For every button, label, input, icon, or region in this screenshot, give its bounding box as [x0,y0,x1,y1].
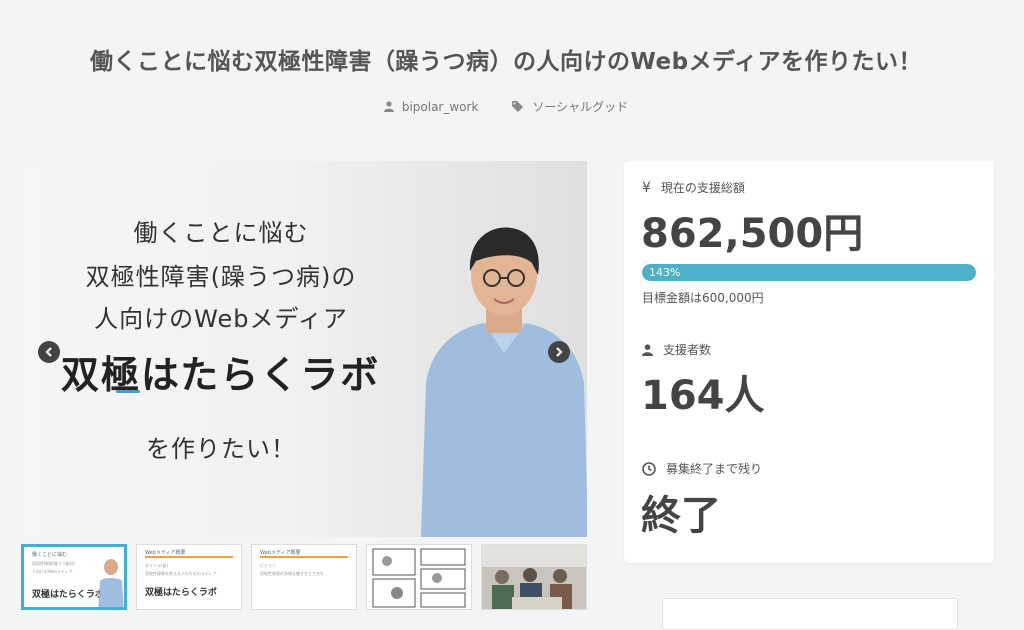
tag-icon [512,101,524,112]
thumbnail-divider [260,556,348,558]
thumbnail-logo: 双極はたらくラボ [145,588,217,598]
chevron-right-icon [556,347,563,357]
thumbnail-text: 双極性障害(躁うつ病)の [32,561,76,566]
hero-logo-text: 双極はたらくラボ [61,353,381,397]
author-link[interactable]: bipolar_work [383,98,479,115]
project-meta: bipolar_work ソーシャルグッド [0,98,1012,115]
thumbnail-title: 働くことに悩む [32,552,68,558]
progress-percent: 143% [649,266,681,279]
thumbnail-5[interactable] [481,544,587,610]
meeting-photo [482,545,586,609]
total-label-row: ¥ 現在の支援総額 [642,179,745,196]
thumbnail-title: Webメディア概要 [145,550,186,556]
logo-underline [116,390,140,393]
category-link[interactable]: ソーシャルグッド [512,98,628,115]
thumbnail-text: タイトル(仮) [145,563,169,568]
supporters-label: 支援者数 [663,343,712,357]
user-icon [383,101,394,112]
thumbnail-logo: 双極はたらくラボ [32,590,104,600]
hero-text-line4: を作りたい！ [146,435,296,463]
thumbnail-divider [145,556,233,558]
user-icon [642,343,653,356]
progress-bar: 143% [642,264,976,281]
chevron-left-icon [45,347,52,357]
page-title: 働くことに悩む双極性障害（躁うつ病）の人向けのWebメディアを作りたい！ [89,49,922,75]
main-image-slider[interactable]: 働くことに悩む 双極性障害(躁うつ病)の 人向けのWebメディア 双極はたらくラ… [21,161,587,537]
thumbnail-title: Webメディア概要 [260,550,301,556]
category-name: ソーシャルグッド [532,100,629,114]
total-amount: 862,500円 [641,211,864,257]
thumbnail-text: 人向けのWebメディア [32,569,73,574]
thumbnail-text: 双極性障害の多様な働き方と工夫を [260,571,324,576]
clock-icon [642,461,656,476]
total-label: 現在の支援総額 [660,181,745,195]
slider-prev-button[interactable] [38,341,60,363]
thumbnail-1[interactable]: 働くことに悩む 双極性障害(躁うつ病)の 人向けのWebメディア 双極はたらくラ… [21,544,127,610]
remaining-label: 募集終了まで残り [666,462,763,476]
supporters-label-row: 支援者数 [642,341,711,358]
slider-next-button[interactable] [548,341,570,363]
manga-image [367,545,471,609]
thumbnail-strip: 働くことに悩む 双極性障害(躁うつ病)の 人向けのWebメディア 双極はたらくラ… [21,544,587,610]
remaining-label-row: 募集終了まで残り [642,460,762,477]
funding-panel: ¥ 現在の支援総額 862,500円 143% 目標金額は600,000円 支援… [624,161,994,563]
progress-fill [642,264,976,281]
supporters-count: 164人 [641,373,765,419]
thumbnail-person [98,559,124,607]
thumbnail-text: ビジョン [260,563,276,568]
hero-text-line3: 人向けのWebメディア [94,305,348,333]
author-name: bipolar_work [401,99,479,114]
thumbnail-2[interactable]: Webメディア概要 タイトル(仮) 双極性障害を抱える人のためのメディア 双極は… [136,544,242,610]
yen-icon: ¥ [642,179,651,196]
thumbnail-3[interactable]: Webメディア概要 ビジョン 双極性障害の多様な働き方と工夫を [251,544,357,610]
thumbnail-4[interactable] [366,544,472,610]
return-section-box [662,598,958,630]
remaining-value: 終了 [641,493,721,539]
hero-text-line1: 働くことに悩む [133,219,309,247]
thumbnail-text: 双極性障害を抱える人のためのメディア [145,571,217,576]
goal-amount: 目標金額は600,000円 [642,291,764,305]
hero-text-line2: 双極性障害(躁うつ病)の [85,263,357,291]
person-photo [421,227,587,537]
